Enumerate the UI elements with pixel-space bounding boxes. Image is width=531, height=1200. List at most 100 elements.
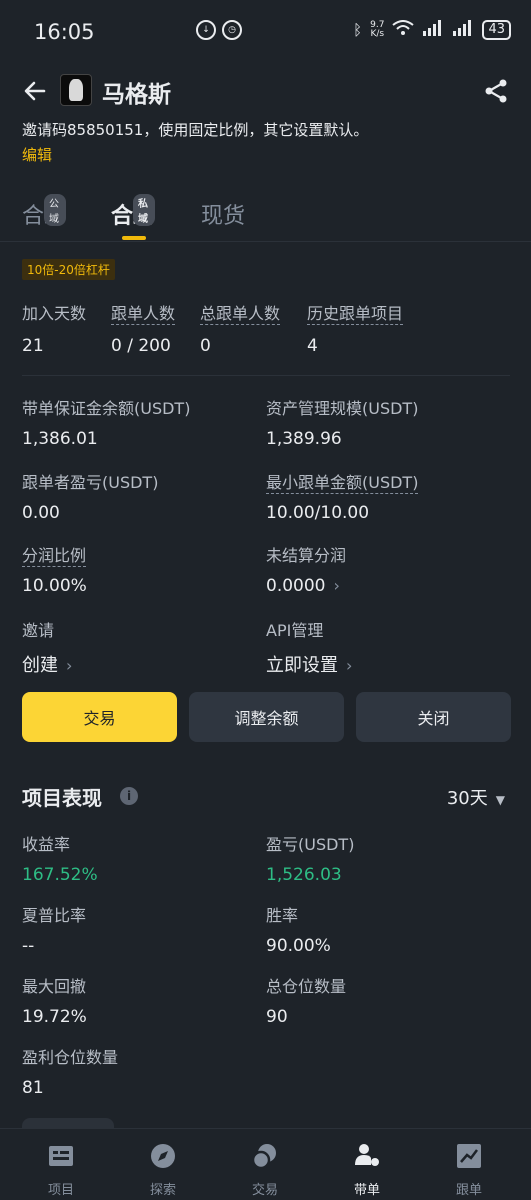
roi: 收益率 167.52% xyxy=(22,831,98,885)
stat-followers[interactable]: 跟单人数 0 / 200 xyxy=(111,300,176,356)
tab-public-futures[interactable]: 公域 合约 xyxy=(22,194,67,230)
value: 0.0000 xyxy=(266,576,326,596)
tab-spot[interactable]: 现货 xyxy=(201,198,245,230)
label: API管理 xyxy=(266,621,324,640)
lead-icon xyxy=(355,1144,379,1166)
unsettled-profit-share[interactable]: 未结算分润 0.0000 › xyxy=(266,542,346,596)
adjust-balance-button[interactable]: 调整余额 xyxy=(189,692,344,742)
wifi-icon xyxy=(392,20,415,40)
bluetooth-icon: ᛒ xyxy=(353,21,363,39)
value: 90 xyxy=(266,1007,288,1027)
value: -- xyxy=(22,936,35,956)
label: 夏普比率 xyxy=(22,906,87,925)
stat-label: 跟单人数 xyxy=(111,304,176,325)
alarm-icon: ◷ xyxy=(222,20,242,40)
label: 未结算分润 xyxy=(266,546,347,565)
value: 1,389.96 xyxy=(266,429,342,449)
status-time: 16:05 xyxy=(34,20,95,44)
pnl: 盈亏(USDT) 1,526.03 xyxy=(266,831,354,885)
nav-item-trade[interactable]: 交易 xyxy=(225,1143,305,1198)
nav-label: 探索 xyxy=(149,1183,176,1198)
label: 胜率 xyxy=(266,906,299,925)
chart-icon xyxy=(457,1144,481,1168)
invite-create-link[interactable]: 创建 xyxy=(22,655,58,676)
share-icon[interactable] xyxy=(483,78,509,104)
invite[interactable]: 邀请 创建 › xyxy=(22,617,72,677)
tab-active-indicator xyxy=(122,236,146,240)
trade-icon xyxy=(251,1144,276,1170)
follower-pnl: 跟单者盈亏(USDT) 0.00 xyxy=(22,469,158,523)
battery-icon: 43 xyxy=(482,20,511,40)
compass-icon xyxy=(151,1144,175,1168)
value: 0.00 xyxy=(22,503,60,523)
tab-badge-public: 公域 xyxy=(44,194,67,226)
caret-down-icon: ▼ xyxy=(495,793,505,807)
label: 最大回撤 xyxy=(22,977,87,996)
chevron-right-icon: › xyxy=(346,656,353,675)
avatar xyxy=(60,74,92,106)
stats-row: 加入天数 21 跟单人数 0 / 200 总跟单人数 0 历史跟单项目 4 xyxy=(22,300,512,360)
stat-value: 0 / 200 xyxy=(111,336,171,356)
label: 带单保证金余额(USDT) xyxy=(22,399,191,418)
stat-value: 4 xyxy=(307,336,318,356)
section-title: 项目表现 xyxy=(22,786,102,810)
page-title: 马格斯 xyxy=(102,82,171,108)
edit-link[interactable]: 编辑 xyxy=(22,144,52,165)
nav-label: 跟单 xyxy=(455,1183,482,1198)
stat-label: 加入天数 xyxy=(22,304,87,323)
nav-item-copy-trading[interactable]: 跟单 xyxy=(429,1143,509,1198)
back-arrow-icon[interactable] xyxy=(22,78,48,104)
api-management[interactable]: API管理 立即设置 › xyxy=(266,617,352,677)
label: 盈亏(USDT) xyxy=(266,835,355,854)
status-bar: 16:05 ↓ ◷ ᛒ 9.7 K/s 43 xyxy=(0,0,531,66)
value: 90.00% xyxy=(266,936,331,956)
label: 收益率 xyxy=(22,835,71,854)
tab-label: 现货 xyxy=(201,204,246,229)
period-selector[interactable]: 30天 ▼ xyxy=(447,784,505,810)
data-saver-icon: ↓ xyxy=(196,20,216,40)
value: 167.52% xyxy=(22,865,98,885)
divider xyxy=(22,375,510,376)
label: 盈利仓位数量 xyxy=(22,1048,119,1067)
nav-item-lead-trading[interactable]: 带单 xyxy=(327,1143,407,1198)
signal-icon-2 xyxy=(452,20,474,40)
label: 资产管理规模(USDT) xyxy=(266,399,419,418)
bottom-nav: 项目 探索 交易 带单 跟单 xyxy=(0,1128,531,1200)
label: 邀请 xyxy=(22,621,55,640)
profit-share-ratio[interactable]: 分润比例 10.00% xyxy=(22,542,87,596)
stat-total-followers[interactable]: 总跟单人数 0 xyxy=(200,300,281,356)
stat-value: 0 xyxy=(200,336,211,356)
period-value: 30天 xyxy=(446,788,488,809)
margin-balance: 带单保证金余额(USDT) 1,386.01 xyxy=(22,395,190,449)
signal-icon xyxy=(422,20,444,40)
status-left-icons: ↓ ◷ xyxy=(196,20,242,40)
min-follow-amount[interactable]: 最小跟单金额(USDT) 10.00/10.00 xyxy=(266,469,419,523)
aum: 资产管理规模(USDT) 1,389.96 xyxy=(266,395,418,449)
stat-value: 21 xyxy=(22,336,44,356)
tab-bar: 公域 合约 私域 合约 现货 xyxy=(0,180,531,242)
network-speed-unit: K/s xyxy=(370,29,385,39)
trade-button[interactable]: 交易 xyxy=(22,692,177,742)
stat-history-projects[interactable]: 历史跟单项目 4 xyxy=(307,300,404,356)
sharpe-ratio: 夏普比率 -- xyxy=(22,902,86,956)
info-icon[interactable]: i xyxy=(120,787,138,805)
nav-item-projects[interactable]: 项目 xyxy=(21,1143,101,1198)
tab-private-futures[interactable]: 私域 合约 xyxy=(111,194,156,230)
project-description: 邀请码85850151，使用固定比例，其它设置默认。 xyxy=(22,121,369,139)
api-setup-link[interactable]: 立即设置 xyxy=(266,655,338,676)
chevron-right-icon: › xyxy=(333,576,340,595)
nav-item-explore[interactable]: 探索 xyxy=(123,1143,203,1198)
profit-positions: 盈利仓位数量 81 xyxy=(22,1044,118,1098)
value: 1,386.01 xyxy=(22,429,98,449)
stat-label: 历史跟单项目 xyxy=(307,304,404,325)
win-rate: 胜率 90.00% xyxy=(266,902,331,956)
close-button[interactable]: 关闭 xyxy=(356,692,511,742)
label: 分润比例 xyxy=(22,546,87,567)
value: 10.00/10.00 xyxy=(266,503,370,523)
nav-label: 带单 xyxy=(353,1183,380,1198)
value: 19.72% xyxy=(22,1007,87,1027)
leverage-badge: 10倍-20倍杠杆 xyxy=(22,259,115,280)
nav-label: 项目 xyxy=(47,1183,74,1198)
network-speed: 9.7 K/s xyxy=(370,21,384,39)
header: 马格斯 xyxy=(0,70,531,110)
